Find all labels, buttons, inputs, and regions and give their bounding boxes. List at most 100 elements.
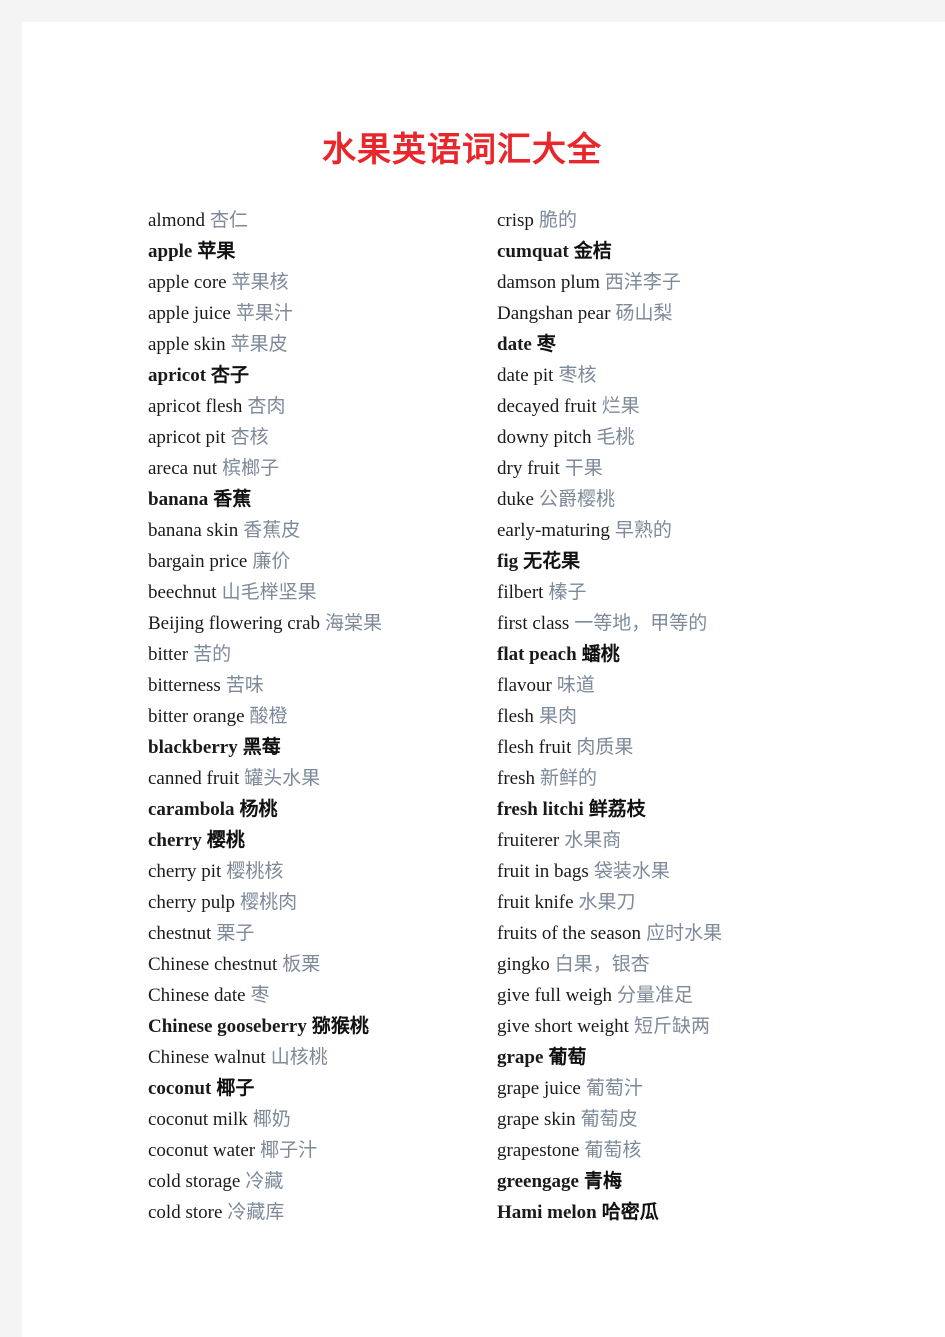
vocab-entry: grape skin 葡萄皮 — [497, 1104, 857, 1135]
vocab-term-chinese: 无花果 — [523, 550, 581, 572]
vocab-term-english: flesh — [497, 706, 534, 727]
vocab-term-chinese: 槟榔子 — [222, 457, 280, 479]
vocab-term-english: Dangshan pear — [497, 303, 611, 324]
vocab-term-english: gingko — [497, 954, 550, 975]
vocab-term-english: chestnut — [148, 923, 212, 944]
vocab-term-chinese: 山核桃 — [270, 1046, 328, 1068]
vocab-term-chinese: 樱桃核 — [226, 860, 284, 882]
vocab-entry: fresh 新鲜的 — [497, 763, 857, 794]
page-title: 水果英语词汇大全 — [322, 130, 602, 170]
vocab-term-chinese: 榛子 — [548, 581, 587, 603]
vocab-entry: apricot flesh 杏肉 — [148, 391, 478, 422]
vocab-entry: apricot 杏子 — [148, 360, 478, 391]
vocab-entry: Beijing flowering crab 海棠果 — [148, 608, 478, 639]
vocab-term-english: bitter orange — [148, 706, 245, 727]
vocab-entry: fruit knife 水果刀 — [497, 887, 857, 918]
vocab-term-chinese: 苹果 — [197, 240, 236, 262]
vocab-term-english: apple juice — [148, 303, 231, 324]
vocab-term-english: cherry pit — [148, 861, 222, 882]
vocab-entry: grape 葡萄 — [497, 1042, 857, 1073]
vocab-term-chinese: 短斤缺两 — [633, 1015, 710, 1037]
vocab-entry: apple skin 苹果皮 — [148, 329, 478, 360]
vocab-term-chinese: 葡萄汁 — [585, 1077, 643, 1099]
vocab-term-chinese: 葡萄皮 — [580, 1108, 638, 1130]
vocab-entry: fruiterer 水果商 — [497, 825, 857, 856]
vocab-entry: downy pitch 毛桃 — [497, 422, 857, 453]
vocab-term-chinese: 樱桃肉 — [240, 891, 298, 913]
vocab-term-chinese: 新鲜的 — [539, 767, 597, 789]
vocab-term-chinese: 哈密瓜 — [601, 1201, 659, 1223]
vocab-entry: fresh litchi 鲜荔枝 — [497, 794, 857, 825]
vocab-term-english: first class — [497, 613, 570, 634]
vocab-term-english: cherry — [148, 830, 202, 851]
vocab-term-chinese: 味道 — [556, 674, 595, 696]
vocab-term-chinese: 金桔 — [573, 240, 612, 262]
vocab-term-english: banana skin — [148, 520, 239, 541]
vocab-term-english: Chinese chestnut — [148, 954, 278, 975]
vocab-term-english: fresh litchi — [497, 799, 584, 820]
vocab-entry: coconut milk 椰奶 — [148, 1104, 478, 1135]
vocab-entry: areca nut 槟榔子 — [148, 453, 478, 484]
vocab-term-english: grape skin — [497, 1109, 576, 1130]
vocab-term-english: almond — [148, 210, 205, 231]
vocab-term-english: beechnut — [148, 582, 217, 603]
vocab-term-chinese: 鲜荔枝 — [588, 798, 646, 820]
vocab-entry: give short weight 短斤缺两 — [497, 1011, 857, 1042]
vocab-term-english: apricot — [148, 365, 207, 386]
vocabulary-column-left: almond 杏仁 apple 苹果 apple core 苹果核 apple juice 苹… — [148, 205, 478, 1228]
vocab-term-english: fruiterer — [497, 830, 560, 851]
vocab-entry: canned fruit 罐头水果 — [148, 763, 478, 794]
vocab-term-english: coconut milk — [148, 1109, 248, 1130]
vocab-term-chinese: 白果，银杏 — [554, 953, 650, 975]
vocab-term-chinese: 冷藏库 — [227, 1201, 285, 1223]
vocab-term-english: give full weigh — [497, 985, 613, 1006]
vocab-term-chinese: 枣 — [250, 984, 270, 1006]
vocab-entry: cherry pulp 樱桃肉 — [148, 887, 478, 918]
vocab-entry: bitterness 苦味 — [148, 670, 478, 701]
vocab-entry: banana 香蕉 — [148, 484, 478, 515]
vocab-term-english: blackberry — [148, 737, 238, 758]
vocab-term-chinese: 杏核 — [230, 426, 269, 448]
vocab-entry: early-maturing 早熟的 — [497, 515, 857, 546]
vocab-term-english: apple — [148, 241, 193, 262]
vocab-entry: beechnut 山毛榉坚果 — [148, 577, 478, 608]
vocab-term-chinese: 酸橙 — [249, 705, 288, 727]
vocab-entry: gingko 白果，银杏 — [497, 949, 857, 980]
vocab-term-english: early-maturing — [497, 520, 610, 541]
vocab-term-english: date pit — [497, 365, 554, 386]
vocab-entry: cumquat 金桔 — [497, 236, 857, 267]
vocab-term-chinese: 苹果核 — [231, 271, 289, 293]
vocab-entry: grape juice 葡萄汁 — [497, 1073, 857, 1104]
vocab-term-chinese: 西洋李子 — [604, 271, 681, 293]
vocab-entry: apple core 苹果核 — [148, 267, 478, 298]
vocab-entry: bargain price 廉价 — [148, 546, 478, 577]
vocab-entry: cherry pit 樱桃核 — [148, 856, 478, 887]
vocab-entry: carambola 杨桃 — [148, 794, 478, 825]
vocab-entry: Hami melon 哈密瓜 — [497, 1197, 857, 1228]
vocab-entry: coconut 椰子 — [148, 1073, 478, 1104]
vocab-entry: chestnut 栗子 — [148, 918, 478, 949]
vocab-term-english: grapestone — [497, 1140, 580, 1161]
vocab-term-chinese: 毛桃 — [596, 426, 635, 448]
vocab-entry: grapestone 葡萄核 — [497, 1135, 857, 1166]
vocab-term-chinese: 水果刀 — [578, 891, 636, 913]
vocab-term-chinese: 杏子 — [211, 364, 250, 386]
vocab-term-english: bitter — [148, 644, 189, 665]
vocab-term-english: flat peach — [497, 644, 577, 665]
vocab-entry: dry fruit 干果 — [497, 453, 857, 484]
vocabulary-column-right: crisp 脆的 cumquat 金桔 damson plum 西洋李子 Dangshan … — [497, 205, 857, 1228]
vocab-term-chinese: 海棠果 — [325, 612, 383, 634]
vocab-term-chinese: 椰子汁 — [260, 1139, 318, 1161]
vocab-entry: cold storage 冷藏 — [148, 1166, 478, 1197]
vocab-term-chinese: 烂果 — [601, 395, 640, 417]
vocab-entry: cherry 樱桃 — [148, 825, 478, 856]
vocab-term-english: date — [497, 334, 532, 355]
vocab-term-chinese: 葡萄核 — [584, 1139, 642, 1161]
vocab-term-english: carambola — [148, 799, 235, 820]
vocab-entry: Dangshan pear 砀山梨 — [497, 298, 857, 329]
vocab-term-chinese: 蟠桃 — [581, 643, 620, 665]
vocab-term-chinese: 肉质果 — [576, 736, 634, 758]
vocab-entry: damson plum 西洋李子 — [497, 267, 857, 298]
vocab-entry: Chinese gooseberry 猕猴桃 — [148, 1011, 478, 1042]
vocab-entry: banana skin 香蕉皮 — [148, 515, 478, 546]
